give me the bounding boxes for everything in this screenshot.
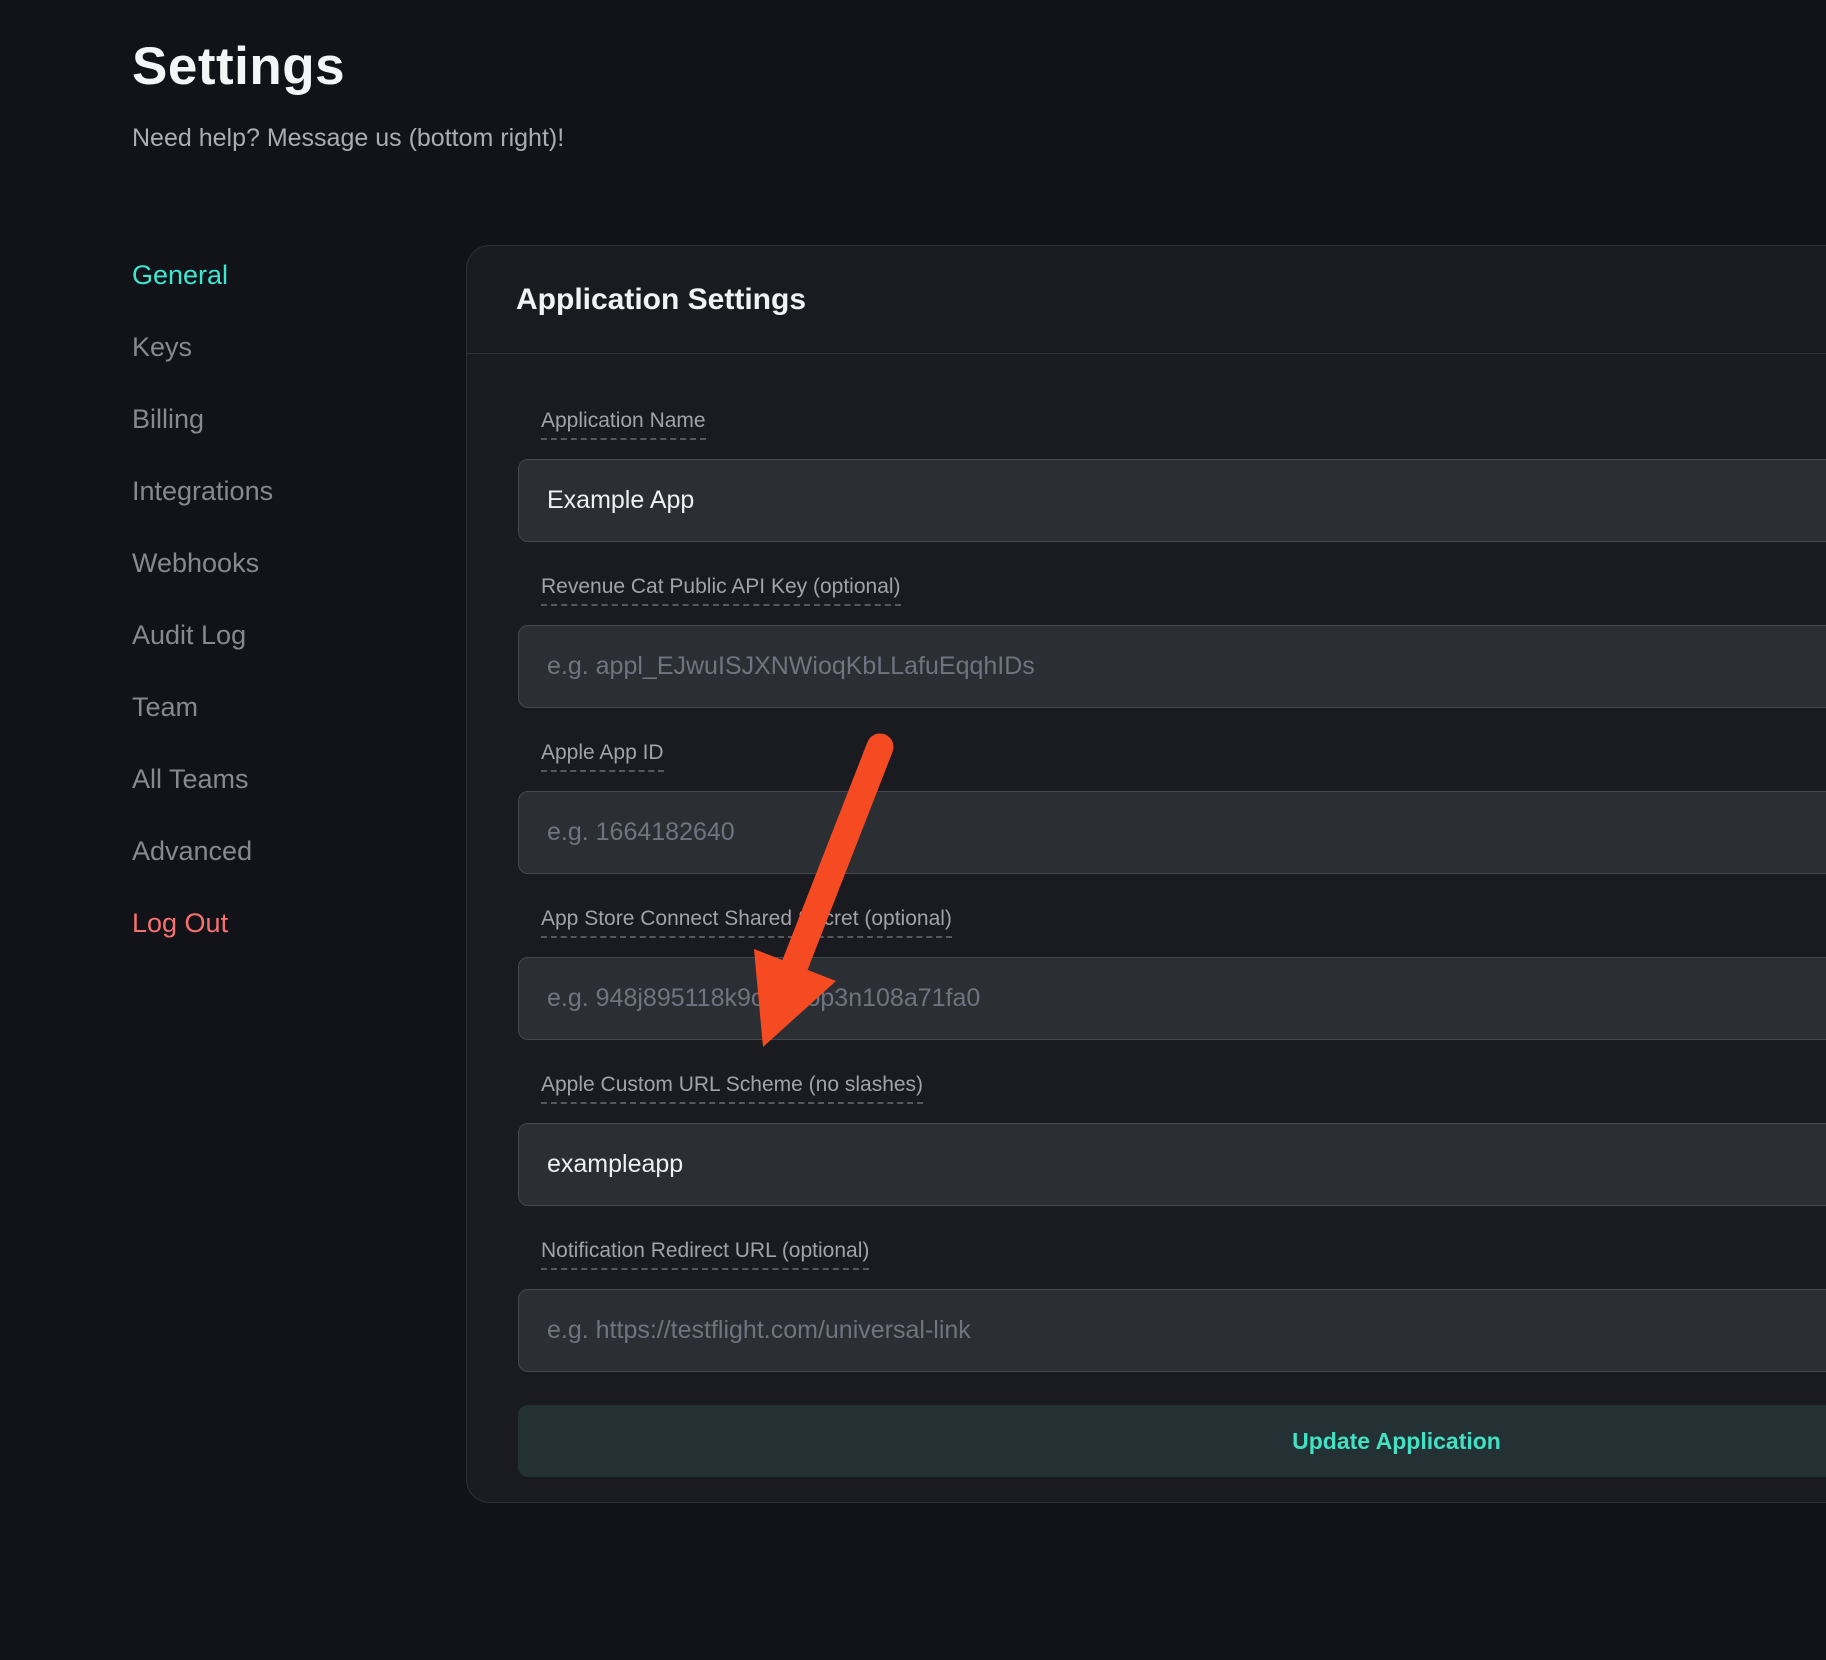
sidebar-item-keys[interactable]: Keys (132, 330, 432, 364)
apple-app-id-label: Apple App ID (541, 741, 664, 772)
sidebar-item-advanced[interactable]: Advanced (132, 834, 432, 868)
panel-body: Application Name Revenue Cat Public API … (467, 354, 1826, 1477)
update-application-button[interactable]: Update Application (518, 1405, 1826, 1477)
field-revenuecat-api-key: Revenue Cat Public API Key (optional) (518, 575, 1826, 708)
sidebar-item-webhooks[interactable]: Webhooks (132, 546, 432, 580)
revenuecat-api-key-input[interactable] (518, 625, 1826, 708)
notification-redirect-url-label: Notification Redirect URL (optional) (541, 1239, 869, 1270)
custom-url-scheme-label: Apple Custom URL Scheme (no slashes) (541, 1073, 923, 1104)
notification-redirect-url-input[interactable] (518, 1289, 1826, 1372)
sidebar-item-log-out[interactable]: Log Out (132, 906, 432, 940)
field-custom-url-scheme: Apple Custom URL Scheme (no slashes) (518, 1073, 1826, 1206)
application-name-input[interactable] (518, 459, 1826, 542)
field-notification-redirect-url: Notification Redirect URL (optional) (518, 1239, 1826, 1372)
custom-url-scheme-input[interactable] (518, 1123, 1826, 1206)
field-application-name: Application Name (518, 409, 1826, 542)
revenuecat-api-key-label: Revenue Cat Public API Key (optional) (541, 575, 901, 606)
application-settings-panel: Application Settings Application Name Re… (466, 245, 1826, 1503)
field-apple-app-id: Apple App ID (518, 741, 1826, 874)
page-subtitle: Need help? Message us (bottom right)! (132, 124, 564, 153)
shared-secret-label: App Store Connect Shared Secret (optiona… (541, 907, 952, 938)
panel-title: Application Settings (467, 246, 1826, 354)
sidebar-item-general[interactable]: General (132, 258, 432, 292)
sidebar-item-billing[interactable]: Billing (132, 402, 432, 436)
apple-app-id-input[interactable] (518, 791, 1826, 874)
sidebar-item-all-teams[interactable]: All Teams (132, 762, 432, 796)
page-title: Settings (132, 36, 345, 97)
application-name-label: Application Name (541, 409, 706, 440)
settings-sidebar: General Keys Billing Integrations Webhoo… (132, 258, 432, 940)
shared-secret-input[interactable] (518, 957, 1826, 1040)
sidebar-item-team[interactable]: Team (132, 690, 432, 724)
sidebar-item-audit-log[interactable]: Audit Log (132, 618, 432, 652)
sidebar-item-integrations[interactable]: Integrations (132, 474, 432, 508)
field-shared-secret: App Store Connect Shared Secret (optiona… (518, 907, 1826, 1040)
